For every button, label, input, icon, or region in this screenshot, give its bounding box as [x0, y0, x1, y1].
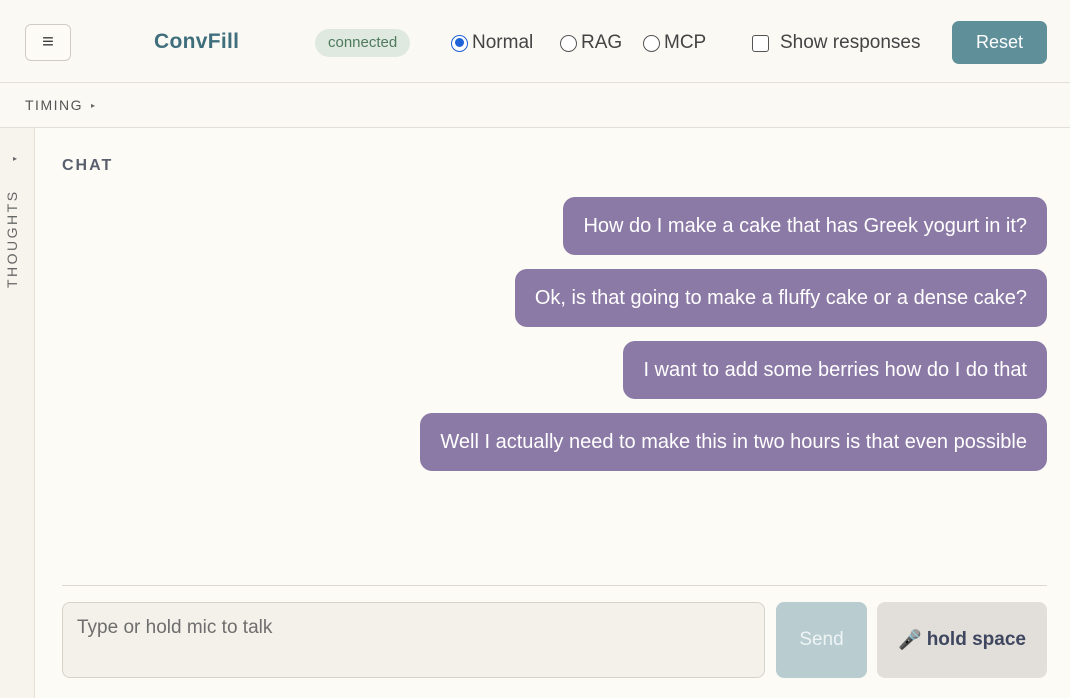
user-message: Well I actually need to make this in two… [420, 413, 1047, 471]
composer-divider [62, 585, 1047, 586]
app-title: ConvFill [154, 30, 240, 53]
message-input[interactable] [62, 602, 765, 678]
user-message: How do I make a cake that has Greek yogu… [563, 197, 1047, 255]
mode-radio-mcp[interactable]: MCP [643, 32, 706, 54]
message-list: How do I make a cake that has Greek yogu… [420, 197, 1047, 471]
radio-icon[interactable] [643, 34, 660, 52]
timing-section: TIMING ▸ [0, 83, 1070, 128]
mode-label-rag: RAG [581, 32, 623, 53]
menu-button[interactable]: ≡ [25, 24, 71, 61]
hamburger-icon: ≡ [42, 31, 54, 53]
top-bar: ≡ ConvFill connected Normal RAG MCP Show… [0, 0, 1070, 83]
mode-label-mcp: MCP [664, 32, 707, 53]
radio-icon-checked[interactable] [451, 34, 468, 52]
microphone-icon: 🎤 [898, 630, 922, 651]
thoughts-panel-toggle[interactable]: ▸ THOUGHTS [0, 128, 35, 698]
hold-to-talk-button[interactable]: 🎤 hold space [877, 602, 1047, 678]
mic-button-label: hold space [926, 629, 1026, 650]
send-button[interactable]: Send [776, 602, 867, 678]
radio-icon[interactable] [560, 34, 577, 52]
checkbox-icon[interactable] [752, 34, 769, 52]
timing-label: TIMING [25, 97, 83, 113]
thoughts-label: THOUGHTS [4, 189, 20, 288]
show-responses-label: Show responses [780, 32, 921, 53]
connection-status-badge: connected [315, 29, 411, 57]
timing-toggle[interactable]: TIMING ▸ [25, 97, 97, 113]
user-message: Ok, is that going to make a fluffy cake … [514, 269, 1047, 327]
show-responses-toggle[interactable]: Show responses [752, 32, 920, 54]
reset-button[interactable]: Reset [952, 21, 1047, 64]
mode-label-normal: Normal [472, 32, 534, 53]
user-message: I want to add some berries how do I do t… [623, 341, 1047, 399]
chat-heading: CHAT [62, 157, 114, 174]
caret-right-icon: ▸ [91, 100, 97, 110]
mode-radio-rag[interactable]: RAG [560, 32, 622, 54]
mode-radio-normal[interactable]: Normal [451, 32, 533, 54]
caret-right-icon: ▸ [13, 154, 18, 163]
